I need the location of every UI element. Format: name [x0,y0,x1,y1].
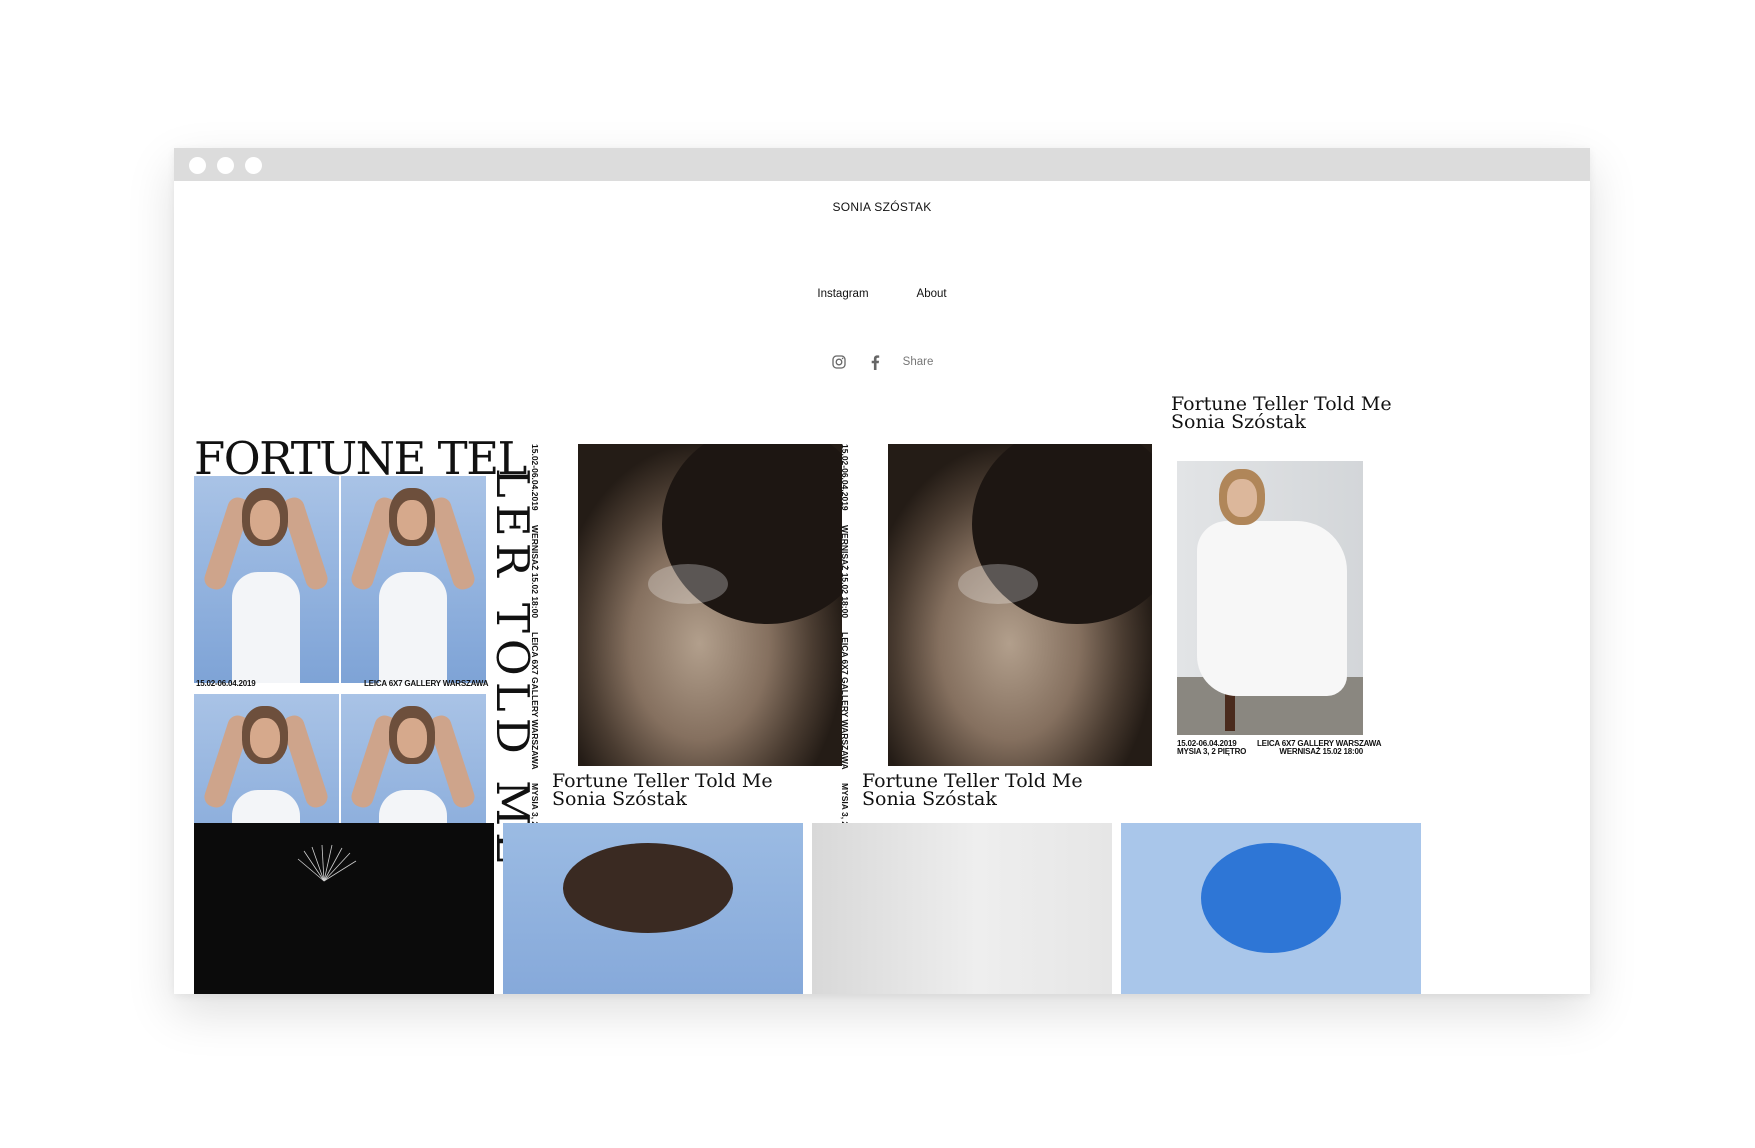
main-nav: Instagram About [174,288,1590,300]
dandelion-graphic [297,844,357,882]
portrait-address: MYSIA 3, 2 PIĘTRO [1177,747,1247,756]
portrait-photo[interactable] [1177,461,1363,735]
card-title[interactable]: Fortune Teller Told Me Sonia Szóstak [862,772,1083,809]
browser-window: SONIA SZÓSTAK Instagram About Share FORT… [174,148,1590,994]
nav-instagram[interactable]: Instagram [817,288,868,300]
poster-date-range: 15.02-06.04.2019 [196,679,256,688]
exhibition-photo[interactable] [578,444,842,766]
card-title[interactable]: Fortune Teller Told Me Sonia Szóstak [1171,395,1392,432]
gallery-thumbnail[interactable] [194,823,494,994]
social-share-bar: Share [174,354,1590,370]
poster-photo [194,476,339,683]
poster-photo [341,476,486,683]
instagram-icon[interactable] [831,354,847,370]
browser-titlebar [174,148,1590,181]
share-link[interactable]: Share [903,356,934,368]
exhibition-info-vertical: 15.02-06.04.2019WERNISAŻ 15.02 18:00LEIC… [530,444,540,827]
portrait-opening: WERNISAŻ 15.02 18:00 [1279,747,1363,756]
window-minimize-dot[interactable] [217,157,234,174]
card-title[interactable]: Fortune Teller Told Me Sonia Szóstak [552,772,773,809]
window-close-dot[interactable] [189,157,206,174]
exhibition-info-vertical: 15.02-06.04.2019WERNISAŻ 15.02 18:00LEIC… [840,444,850,827]
exhibition-photo[interactable] [888,444,1152,766]
window-maximize-dot[interactable] [245,157,262,174]
poster-gallery: LEICA 6X7 GALLERY WARSZAWA [364,679,489,688]
gallery-thumbnail[interactable] [503,823,803,994]
site-title[interactable]: SONIA SZÓSTAK [174,200,1590,214]
facebook-icon[interactable] [867,354,883,370]
nav-about[interactable]: About [917,288,947,300]
gallery-thumbnail[interactable] [812,823,1112,994]
gallery-thumbnail[interactable] [1121,823,1421,994]
